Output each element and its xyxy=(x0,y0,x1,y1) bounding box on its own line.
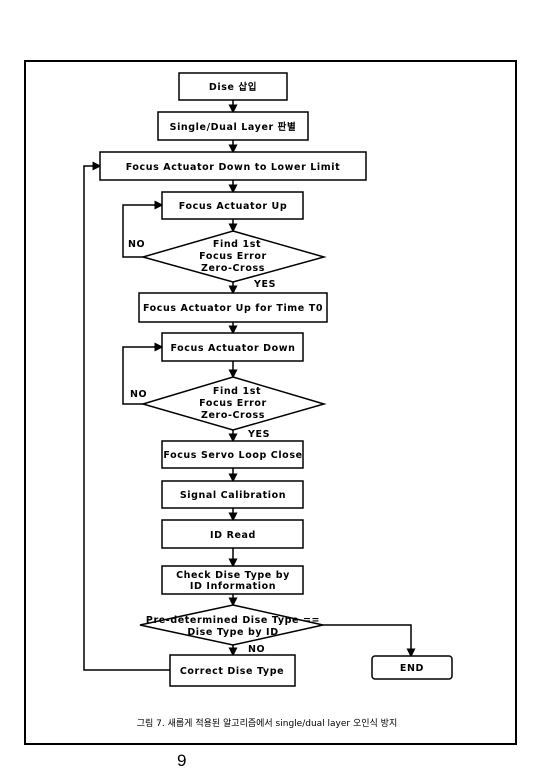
node-actuator-down: Focus Actuator Down xyxy=(161,332,304,362)
label-yes-1: YES xyxy=(253,279,276,290)
svg-text:Single/Dual Layer 판별: Single/Dual Layer 판별 xyxy=(170,121,297,133)
node-up-for-time: Focus Actuator Up for Time T0 xyxy=(138,292,328,323)
label-no-1: NO xyxy=(128,239,145,250)
label-no-2: NO xyxy=(130,389,147,400)
svg-text:Focus Actuator Down: Focus Actuator Down xyxy=(170,343,295,354)
decision-find-zero-cross-1: Find 1st Focus Error Zero-Cross xyxy=(140,230,327,283)
node-disc-insert: Dise 삽입 xyxy=(178,72,288,101)
svg-text:Focus Actuator Up: Focus Actuator Up xyxy=(179,201,287,212)
label-no-3: NO xyxy=(248,644,265,655)
svg-text:Focus Error: Focus Error xyxy=(199,398,267,409)
svg-text:Zero-Cross: Zero-Cross xyxy=(201,263,265,274)
svg-text:Focus Actuator Up for Time T0: Focus Actuator Up for Time T0 xyxy=(143,303,323,314)
svg-text:Pre-determined Dise Type ==: Pre-determined Dise Type == xyxy=(146,615,320,626)
svg-text:Focus Actuator Down to Lower L: Focus Actuator Down to Lower Limit xyxy=(126,162,341,173)
svg-text:Focus Error: Focus Error xyxy=(199,251,267,262)
node-signal-calibration: Signal Calibration xyxy=(161,480,304,509)
figure-caption: 그림 7. 새롭게 적용된 알고리즘에서 single/dual layer 오… xyxy=(137,717,397,729)
node-layer-detect: Single/Dual Layer 판별 xyxy=(157,111,309,141)
flowchart: Dise 삽입 Single/Dual Layer 판별 Focus Actua… xyxy=(24,60,517,770)
node-check-disc-type: Check Dise Type by ID Information xyxy=(161,565,304,595)
svg-text:Dise 삽입: Dise 삽입 xyxy=(209,81,257,93)
node-id-read: ID Read xyxy=(161,519,304,549)
svg-text:Check Dise Type by: Check Dise Type by xyxy=(176,570,290,581)
decision-compare-disc-type: Pre-determined Dise Type == Dise Type by… xyxy=(139,604,324,646)
svg-text:ID Information: ID Information xyxy=(190,581,276,592)
svg-text:Signal Calibration: Signal Calibration xyxy=(180,490,286,501)
node-actuator-up: Focus Actuator Up xyxy=(161,191,304,220)
decision-find-zero-cross-2: Find 1st Focus Error Zero-Cross xyxy=(140,376,327,431)
svg-text:Focus Servo Loop Close: Focus Servo Loop Close xyxy=(163,450,302,461)
svg-text:ID Read: ID Read xyxy=(210,530,256,541)
svg-text:Correct Dise Type: Correct Dise Type xyxy=(180,666,284,677)
svg-text:Find 1st: Find 1st xyxy=(213,239,261,250)
node-end: END xyxy=(371,655,453,680)
node-down-lower-limit: Focus Actuator Down to Lower Limit xyxy=(99,151,367,181)
svg-text:Find 1st: Find 1st xyxy=(213,386,261,397)
svg-text:Zero-Cross: Zero-Cross xyxy=(201,410,265,421)
node-servo-close: Focus Servo Loop Close xyxy=(161,440,304,469)
svg-text:Dise Type by ID: Dise Type by ID xyxy=(187,627,278,638)
node-correct-disc-type: Correct Dise Type xyxy=(169,654,296,687)
label-yes-2: YES xyxy=(247,429,270,440)
page-number: 9 xyxy=(177,751,186,770)
svg-text:END: END xyxy=(400,663,424,674)
